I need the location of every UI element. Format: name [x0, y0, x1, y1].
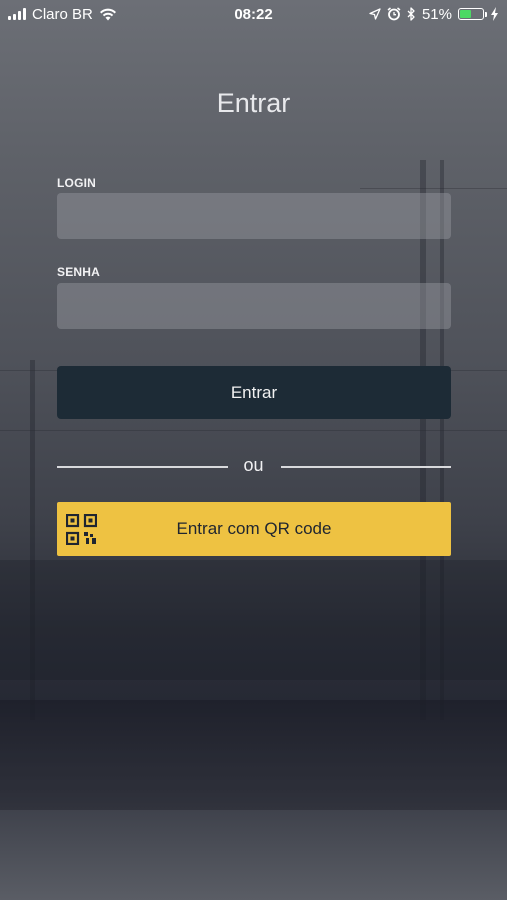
bluetooth-icon	[407, 7, 415, 21]
background-image	[0, 0, 507, 900]
battery-percent: 51%	[421, 5, 452, 23]
qr-login-button[interactable]: Entrar com QR code	[57, 502, 451, 556]
battery-icon	[458, 8, 487, 20]
divider-right	[281, 466, 451, 468]
status-bar: Claro BR 08:22 51%	[0, 0, 507, 28]
qr-code-icon	[66, 514, 97, 545]
password-input[interactable]	[57, 283, 451, 329]
wifi-icon	[99, 8, 116, 20]
status-bar-left: Claro BR	[8, 6, 117, 23]
login-button[interactable]: Entrar	[57, 366, 451, 419]
charging-bolt-icon	[491, 7, 498, 21]
page-title: Entrar	[216, 88, 291, 118]
alarm-clock-icon	[387, 7, 401, 21]
qr-login-label: Entrar com QR code	[176, 519, 332, 538]
battery-fill	[460, 10, 472, 18]
signal-bars-icon	[8, 8, 26, 20]
location-arrow-icon	[369, 8, 381, 20]
status-bar-right: 51%	[369, 6, 499, 23]
status-time: 08:22	[234, 5, 273, 23]
carrier-name: Claro BR	[32, 5, 93, 23]
login-label: LOGIN	[57, 176, 96, 190]
password-label: SENHA	[57, 265, 101, 279]
login-input[interactable]	[57, 193, 451, 239]
